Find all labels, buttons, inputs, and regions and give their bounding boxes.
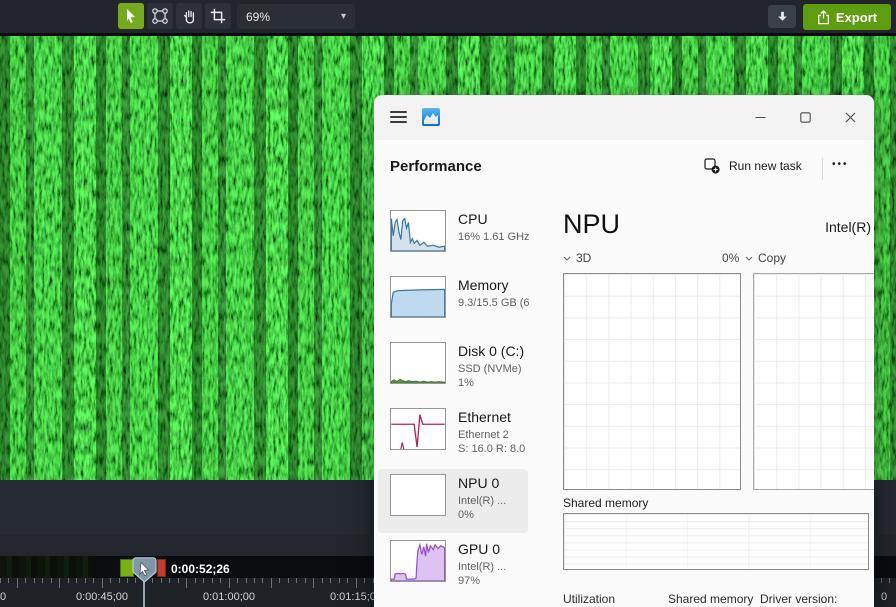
hamburger-menu-icon[interactable]: [390, 111, 407, 123]
ruler-label: 0:01:00;00: [203, 591, 255, 603]
npu-vendor: Intel(R): [825, 219, 871, 235]
close-icon: [845, 112, 856, 123]
sidebar-item-npu[interactable]: NPU 0 Intel(R) ... 0%: [378, 469, 528, 533]
task-manager-window: Performance Run new task ••• CPU 16% 1.6…: [374, 95, 874, 607]
ruler-label: 0: [0, 591, 6, 603]
sidebar-item-sub: SSD (NVMe) 1%: [458, 362, 522, 390]
npu-mini-chart: [390, 474, 446, 516]
chevron-down-icon: ▾: [341, 11, 346, 22]
sidebar-item-memory[interactable]: Memory 9.3/15.5 GB (6: [378, 271, 528, 335]
footer-utilization-label: Utilization: [563, 592, 615, 606]
task-manager-app-icon: [422, 108, 440, 126]
new-task-icon: [704, 158, 720, 174]
playhead-line: [143, 581, 145, 607]
download-arrow-icon: [776, 10, 789, 23]
screenshot-root: 69% ▾ Export: [0, 0, 896, 607]
sidebar-item-label: CPU: [458, 211, 488, 227]
sidebar-item-sub: 16% 1.61 GHz: [458, 230, 530, 244]
disk-mini-chart: [390, 342, 446, 384]
npu-panel-title: NPU: [563, 209, 620, 240]
memory-mini-chart: [390, 276, 446, 318]
npu-3d-chart: [563, 273, 741, 490]
editor-toolbar: 69% ▾ Export: [0, 0, 896, 33]
footer-driver-version-label: Driver version:: [760, 592, 837, 606]
cursor-tool-button[interactable]: [118, 3, 144, 29]
zoom-level-dropdown[interactable]: 69% ▾: [237, 4, 355, 29]
sidebar-item-sub: Intel(R) ... 0%: [458, 494, 506, 522]
playhead-out-handle[interactable]: [157, 559, 166, 577]
shared-memory-label: Shared memory: [563, 496, 648, 510]
sidebar-item-label: Memory: [458, 277, 509, 293]
playhead-marker[interactable]: [132, 557, 157, 584]
minimize-button[interactable]: [744, 107, 776, 127]
timeline-media-clip[interactable]: [0, 556, 92, 578]
more-options-button[interactable]: •••: [832, 159, 849, 170]
cpu-mini-chart: [390, 210, 446, 252]
download-button[interactable]: [768, 5, 796, 28]
export-label: Export: [836, 10, 877, 25]
close-button[interactable]: [834, 107, 866, 127]
transform-handles-icon: [151, 7, 169, 25]
sidebar-item-ethernet[interactable]: Ethernet Ethernet 2 S: 16.0 R: 8.0: [378, 403, 528, 467]
transform-tool-button[interactable]: [147, 3, 173, 29]
chart-copy-label: Copy: [758, 251, 786, 265]
maximize-button[interactable]: [789, 107, 821, 127]
chevron-down-icon: [745, 256, 753, 261]
crop-icon: [210, 8, 226, 24]
chevron-down-icon: [563, 256, 571, 261]
gpu-mini-chart: [390, 540, 446, 582]
chart-3d-label: 3D: [576, 251, 591, 265]
chart-3d-header[interactable]: 3D: [563, 251, 591, 265]
tm-titlebar[interactable]: [374, 95, 874, 140]
sidebar-item-cpu[interactable]: CPU 16% 1.61 GHz: [378, 205, 528, 269]
run-new-task-button[interactable]: Run new task: [704, 158, 802, 174]
npu-copy-chart: [753, 273, 874, 490]
shared-memory-chart: [563, 513, 869, 570]
run-new-task-label: Run new task: [729, 159, 802, 173]
ruler-label: 0: [881, 591, 887, 603]
canvas-top-divider: [0, 33, 896, 36]
sidebar-item-label: NPU 0: [458, 475, 499, 491]
ethernet-mini-chart: [390, 408, 446, 450]
sidebar-item-sub: Intel(R) ... 97%: [458, 560, 506, 588]
pan-tool-button[interactable]: [176, 3, 202, 29]
footer-shared-memory-label: Shared memory: [668, 592, 753, 606]
ruler-label: 0:00:45;00: [76, 591, 128, 603]
page-title: Performance: [390, 158, 482, 175]
sidebar-item-disk[interactable]: Disk 0 (C:) SSD (NVMe) 1%: [378, 337, 528, 401]
crop-tool-button[interactable]: [205, 3, 231, 29]
playhead-time: 0:00:52;26: [171, 562, 230, 576]
cursor-icon: [123, 8, 139, 24]
sidebar-item-label: Ethernet: [458, 409, 511, 425]
sidebar-item-gpu[interactable]: GPU 0 Intel(R) ... 97%: [378, 535, 528, 599]
header-divider: [822, 158, 823, 180]
chart-copy-header[interactable]: Copy: [745, 251, 786, 265]
zoom-level-value: 69%: [246, 10, 270, 24]
maximize-icon: [800, 112, 811, 123]
sidebar-item-sub: 9.3/15.5 GB (6: [458, 296, 530, 310]
minimize-icon: [755, 112, 766, 123]
playhead-marker-shape: [132, 557, 157, 584]
sidebar-item-label: Disk 0 (C:): [458, 343, 524, 359]
export-button[interactable]: Export: [803, 4, 891, 30]
hand-icon: [181, 8, 198, 25]
sidebar-item-label: GPU 0: [458, 541, 500, 557]
chart-3d-value: 0%: [722, 251, 739, 265]
share-export-icon: [817, 10, 830, 25]
sidebar-item-sub: Ethernet 2 S: 16.0 R: 8.0: [458, 428, 525, 456]
